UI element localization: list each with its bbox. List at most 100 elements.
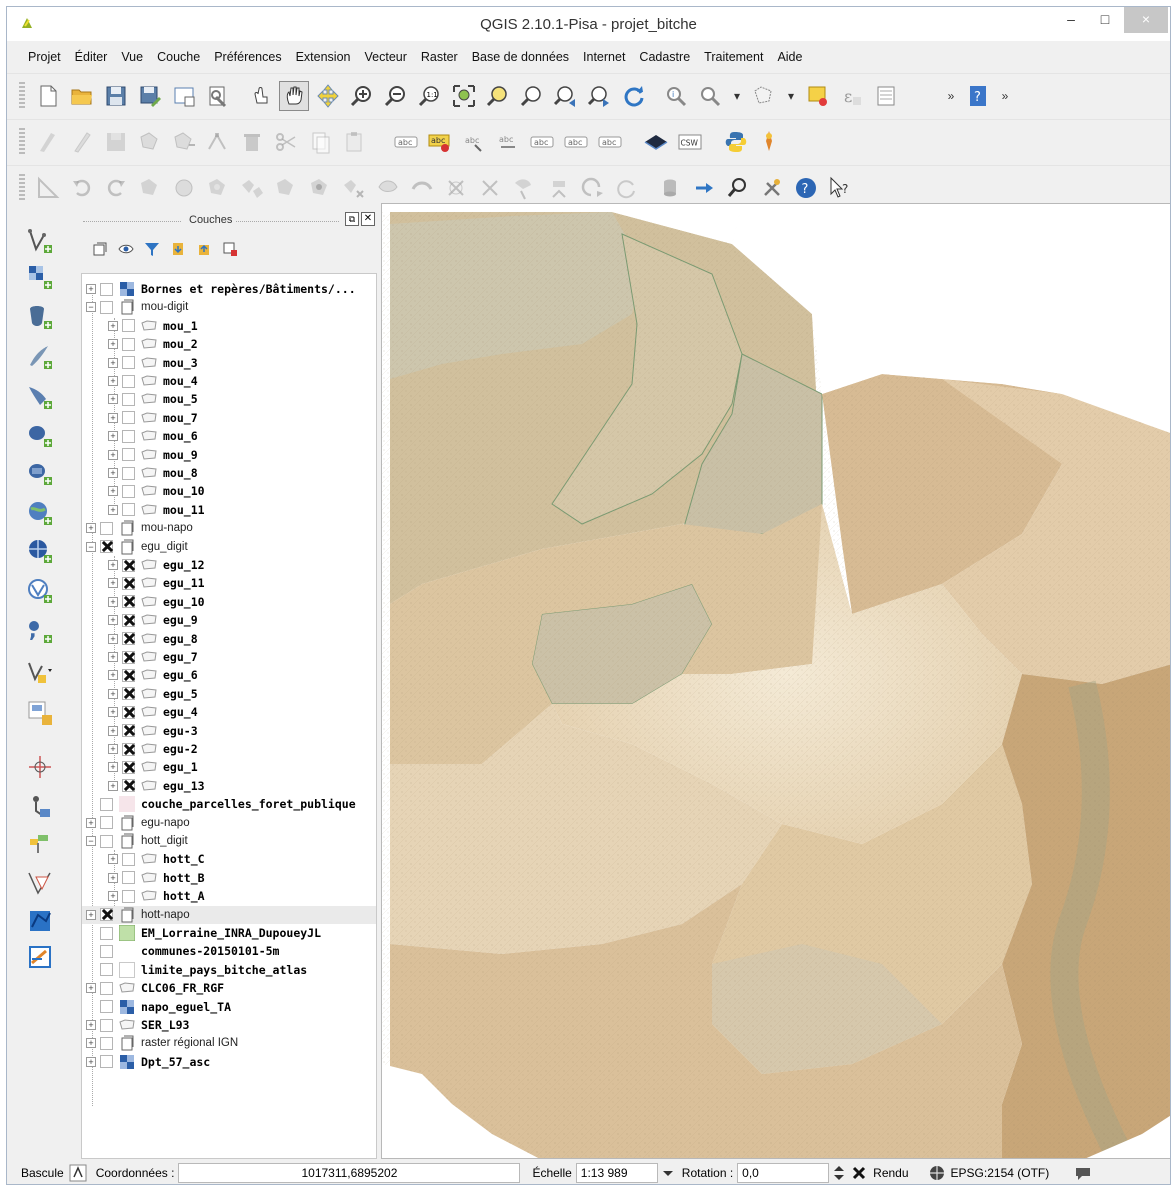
heatmap-icon[interactable] xyxy=(23,941,57,973)
layer-visibility-checkbox[interactable] xyxy=(122,852,135,866)
layer-tree-row[interactable]: + mou_3 xyxy=(82,354,376,372)
vector-query-icon[interactable] xyxy=(23,905,57,937)
menu-aide[interactable]: Aide xyxy=(770,47,809,69)
layer-visibility-checkbox[interactable] xyxy=(122,392,135,406)
expand-icon[interactable]: + xyxy=(86,983,96,994)
add-mssql-icon[interactable] xyxy=(23,381,57,413)
measure-icon[interactable]: ε xyxy=(837,81,867,111)
add-wms-icon[interactable] xyxy=(23,497,57,529)
expand-all-icon[interactable] xyxy=(165,237,191,261)
expand-icon[interactable]: + xyxy=(108,670,118,681)
add-gps-icon[interactable] xyxy=(23,751,57,783)
expand-icon[interactable]: + xyxy=(108,504,118,515)
layer-visibility-checkbox[interactable] xyxy=(100,834,113,848)
expand-icon[interactable]: + xyxy=(108,468,118,478)
expand-icon[interactable]: + xyxy=(86,1056,96,1067)
toggle-editing-icon[interactable] xyxy=(67,127,97,157)
rotate-symbol-icon[interactable] xyxy=(577,173,607,203)
redo-icon[interactable] xyxy=(101,173,131,203)
delete-part-icon[interactable] xyxy=(339,173,369,203)
layer-tree-row[interactable]: + mou_1 xyxy=(82,317,376,335)
layer-visibility-checkbox[interactable] xyxy=(122,760,135,774)
expand-icon[interactable]: + xyxy=(108,744,118,754)
layer-visibility-checkbox[interactable] xyxy=(100,1018,113,1032)
layer-visibility-checkbox[interactable] xyxy=(100,963,113,977)
merge-attributes-icon[interactable] xyxy=(543,173,573,203)
layer-visibility-checkbox[interactable] xyxy=(122,705,135,719)
zoom-next-icon[interactable] xyxy=(585,81,615,111)
expand-icon[interactable]: + xyxy=(108,633,118,644)
fill-ring-icon[interactable] xyxy=(271,173,301,203)
toggle-extents-button[interactable] xyxy=(68,1163,88,1183)
arrow-right-icon[interactable] xyxy=(689,173,719,203)
composer-manager-icon[interactable] xyxy=(203,81,233,111)
delete-icon[interactable] xyxy=(237,127,267,157)
rotation-field[interactable]: 0,0 xyxy=(737,1163,830,1183)
simplify-icon[interactable] xyxy=(169,173,199,203)
new-shapefile-icon[interactable] xyxy=(23,657,57,689)
toolbar-handle[interactable] xyxy=(19,127,25,156)
split-feature-icon[interactable] xyxy=(441,173,471,203)
merge-icon[interactable] xyxy=(509,173,539,203)
expand-icon[interactable]: + xyxy=(86,1020,96,1030)
layer-visibility-checkbox[interactable] xyxy=(122,558,135,572)
messages-icon[interactable] xyxy=(1073,1163,1093,1183)
layer-tree-row[interactable]: + egu_5 xyxy=(82,685,376,703)
layer-visibility-checkbox[interactable] xyxy=(122,576,135,590)
layer-visibility-checkbox[interactable] xyxy=(100,540,113,554)
layer-tree-row[interactable]: + egu_7 xyxy=(82,648,376,666)
layer-tree-row[interactable]: + egu-2 xyxy=(82,740,376,758)
layer-visibility-checkbox[interactable] xyxy=(122,484,135,498)
scale-dropdown-chevron-icon[interactable] xyxy=(658,1163,678,1183)
menu-preferences[interactable]: Préférences xyxy=(207,47,288,69)
expand-icon[interactable]: + xyxy=(108,449,118,460)
zoom-to-selection-icon[interactable] xyxy=(483,81,513,111)
layer-tree-row[interactable]: + egu_8 xyxy=(82,630,376,648)
add-ring-icon[interactable] xyxy=(203,173,233,203)
copy-icon[interactable] xyxy=(305,127,335,157)
layer-visibility-checkbox[interactable] xyxy=(122,687,135,701)
layer-visibility-checkbox[interactable] xyxy=(100,944,113,958)
rotate-point-icon[interactable] xyxy=(611,173,641,203)
layer-visibility-checkbox[interactable] xyxy=(122,668,135,682)
coordinates-field[interactable]: 1017311,6895202 xyxy=(178,1163,521,1183)
layer-visibility-checkbox[interactable] xyxy=(122,374,135,388)
save-project-icon[interactable] xyxy=(101,81,131,111)
layer-tree-row[interactable]: + mou_6 xyxy=(82,427,376,445)
menu-vue[interactable]: Vue xyxy=(114,47,150,69)
change-label-icon[interactable]: abc xyxy=(561,127,591,157)
delete-ring-icon[interactable] xyxy=(305,173,335,203)
menu-editer[interactable]: Éditer xyxy=(68,47,115,69)
expand-icon[interactable]: + xyxy=(108,762,118,773)
expand-icon[interactable]: + xyxy=(108,891,118,902)
pin-label-icon[interactable]: abc xyxy=(425,127,455,157)
layer-visibility-checkbox[interactable] xyxy=(122,632,135,646)
menu-internet[interactable]: Internet xyxy=(576,47,632,69)
label-tool-icon[interactable]: abc xyxy=(391,127,421,157)
spatialite-icon[interactable] xyxy=(755,127,785,157)
layer-tree-row[interactable]: + egu-napo xyxy=(82,814,376,832)
layer-tree-row[interactable]: limite_pays_bitche_atlas xyxy=(82,961,376,979)
layer-tree-row[interactable]: + egu-3 xyxy=(82,722,376,740)
menu-cadastre[interactable]: Cadastre xyxy=(632,47,697,69)
expand-icon[interactable]: + xyxy=(108,431,118,442)
expand-icon[interactable]: + xyxy=(86,523,96,534)
layer-tree-row[interactable]: + mou_4 xyxy=(82,372,376,390)
digitize-icon[interactable] xyxy=(33,173,63,203)
expand-icon[interactable]: + xyxy=(108,357,118,368)
open-table-icon[interactable] xyxy=(803,81,833,111)
crs-label[interactable]: EPSG:2154 (OTF) xyxy=(951,1166,1050,1180)
expand-icon[interactable]: + xyxy=(86,817,96,828)
expand-icon[interactable]: + xyxy=(86,284,96,294)
menu-base-de-donnees[interactable]: Base de données xyxy=(465,47,576,69)
save-as-icon[interactable] xyxy=(135,81,165,111)
layer-visibility-checkbox[interactable] xyxy=(122,724,135,738)
identify-icon[interactable]: i xyxy=(661,81,691,111)
split-parts-icon[interactable] xyxy=(475,173,505,203)
panel-close-button[interactable]: ✕ xyxy=(361,212,375,226)
pan-icon[interactable] xyxy=(279,80,309,111)
layer-tree-row[interactable]: couche_parcelles_foret_publique xyxy=(82,795,376,813)
layer-tree-row[interactable]: + mou_10 xyxy=(82,482,376,500)
menu-projet[interactable]: Projet xyxy=(21,47,68,69)
layer-tree-row[interactable]: + egu_9 xyxy=(82,611,376,629)
